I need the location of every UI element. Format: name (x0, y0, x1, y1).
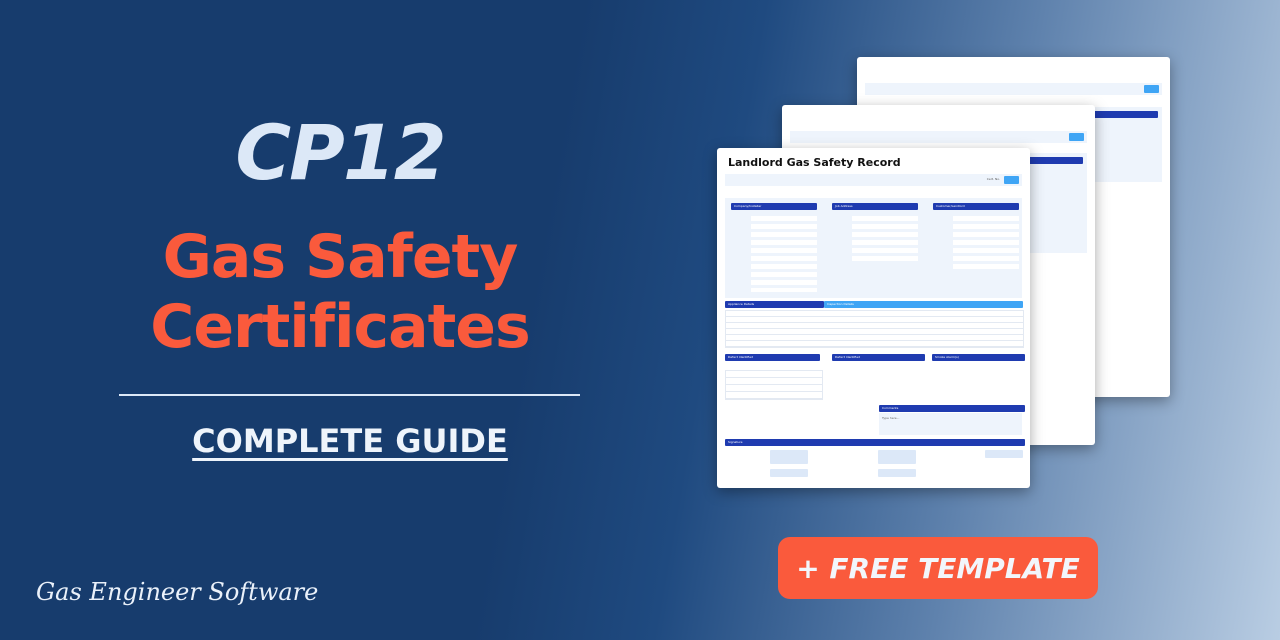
job-fields (852, 216, 918, 264)
hero-title-line1: Gas Safety (162, 222, 519, 292)
signature-box-issued (770, 450, 808, 464)
hero-title-line2: Certificates (150, 292, 530, 362)
section-header-inspection: Inspection Details (824, 301, 1023, 308)
defects-table (725, 370, 823, 400)
signature-box-received (878, 450, 916, 464)
details-panel: Company/Installer Job Address Customer/L… (725, 198, 1022, 298)
customer-fields (953, 216, 1019, 272)
section-header-company: Company/Installer (731, 203, 817, 210)
date-box (985, 450, 1023, 458)
section-header-co-alarm: Defect Identified (832, 354, 925, 361)
printed-name-issued (770, 469, 808, 477)
section-header-defects: Defect Identified (725, 354, 820, 361)
section-header-job: Job Address (832, 203, 918, 210)
document-title: Landlord Gas Safety Record (728, 156, 901, 169)
free-template-button[interactable]: + FREE TEMPLATE (778, 537, 1098, 599)
appliance-table (725, 310, 1024, 348)
panel (1087, 107, 1162, 182)
divider (119, 394, 580, 396)
cert-bar (790, 131, 1087, 143)
printed-name-received (878, 469, 916, 477)
brand-logo: Gas Engineer Software (36, 578, 319, 606)
comments-field: Type here... (879, 413, 1022, 435)
section-header-customer: Customer/Landlord (933, 203, 1019, 210)
document-preview-front: Landlord Gas Safety Record Cert. No. Com… (717, 148, 1030, 488)
cert-bar (865, 83, 1162, 95)
company-fields (751, 216, 817, 292)
section-header-smoke: Smoke Alarm(s) (932, 354, 1025, 361)
cert-no-label: Cert. No. (986, 177, 1000, 181)
hero-subtitle: COMPLETE GUIDE (192, 422, 508, 460)
section-header (1091, 111, 1158, 118)
hero-section: CP12 Gas Safety Certificates COMPLETE GU… (0, 0, 640, 640)
cert-no-button (1144, 85, 1159, 93)
cert-bar: Cert. No. (725, 174, 1022, 186)
section-header-appliance: Appliance Details (725, 301, 824, 308)
cert-no-button (1004, 176, 1019, 184)
cert-no-button (1069, 133, 1084, 141)
section-header-comments: Comments (879, 405, 1025, 412)
hero-code: CP12 (235, 108, 446, 197)
section-header-signature: Signature (725, 439, 1025, 446)
